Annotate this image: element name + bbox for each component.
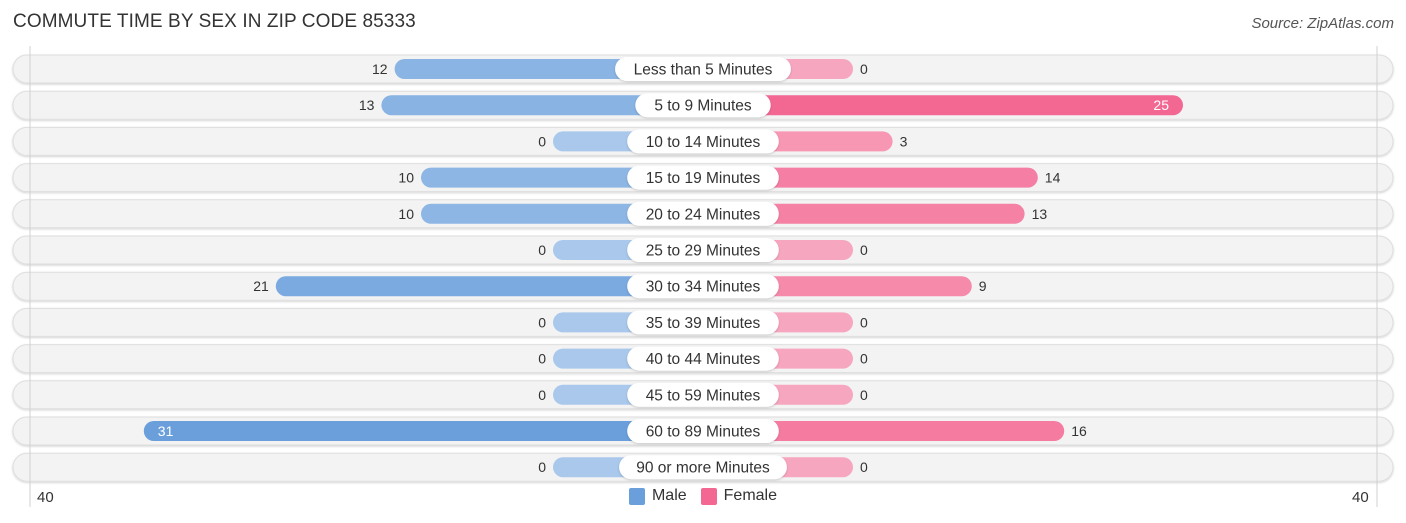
legend-item-male: Male xyxy=(628,487,687,505)
category-label: 20 to 24 Minutes xyxy=(646,206,761,223)
legend-swatch-male xyxy=(628,487,645,505)
category-label: 60 to 89 Minutes xyxy=(646,424,761,441)
value-label-female: 13 xyxy=(1032,206,1048,222)
value-label-female: 0 xyxy=(860,314,868,330)
value-label-male: 0 xyxy=(538,314,546,330)
value-label-male: 13 xyxy=(359,97,375,113)
chart-svg: Less than 5 Minutes 12 0 5 to 9 Minutes 13 25… xyxy=(12,46,1394,507)
value-label-male: 10 xyxy=(398,206,414,222)
value-label-female: 9 xyxy=(979,278,987,294)
legend-label-male: Male xyxy=(651,487,687,504)
value-label-female: 16 xyxy=(1071,423,1087,439)
legend-label-female: Female xyxy=(723,487,778,504)
value-label-female: 3 xyxy=(900,133,908,149)
value-label-female: 0 xyxy=(860,459,868,475)
category-label: 25 to 29 Minutes xyxy=(646,243,761,260)
category-label: 45 to 59 Minutes xyxy=(646,387,761,404)
category-label: 15 to 19 Minutes xyxy=(646,170,761,187)
category-label: Less than 5 Minutes xyxy=(634,62,773,79)
category-label: 30 to 34 Minutes xyxy=(646,279,761,296)
value-label-male: 0 xyxy=(538,351,546,367)
value-label-female: 0 xyxy=(860,387,868,403)
category-label: 35 to 39 Minutes xyxy=(646,315,761,332)
legend: Male Female xyxy=(0,487,1406,505)
value-label-female: 14 xyxy=(1045,170,1061,186)
category-label: 5 to 9 Minutes xyxy=(654,98,752,115)
value-label-male: 21 xyxy=(253,278,269,294)
value-label-female: 0 xyxy=(860,351,868,367)
value-label-female: 25 xyxy=(1153,97,1169,113)
category-label: 90 or more Minutes xyxy=(636,460,770,477)
bar-female xyxy=(703,95,1183,116)
value-label-male: 31 xyxy=(158,423,174,439)
value-label-female: 0 xyxy=(860,242,868,258)
value-label-male: 0 xyxy=(538,459,546,475)
value-label-male: 12 xyxy=(372,61,388,77)
value-label-male: 0 xyxy=(538,242,546,258)
category-label: 10 to 14 Minutes xyxy=(646,134,761,151)
value-label-male: 10 xyxy=(398,170,414,186)
value-label-female: 0 xyxy=(860,61,868,77)
bar-male xyxy=(143,421,704,441)
value-label-male: 0 xyxy=(538,133,546,149)
legend-swatch-female xyxy=(700,487,717,505)
value-label-male: 0 xyxy=(538,387,546,403)
legend-item-female: Female xyxy=(700,487,778,505)
category-label: 40 to 44 Minutes xyxy=(646,351,761,368)
